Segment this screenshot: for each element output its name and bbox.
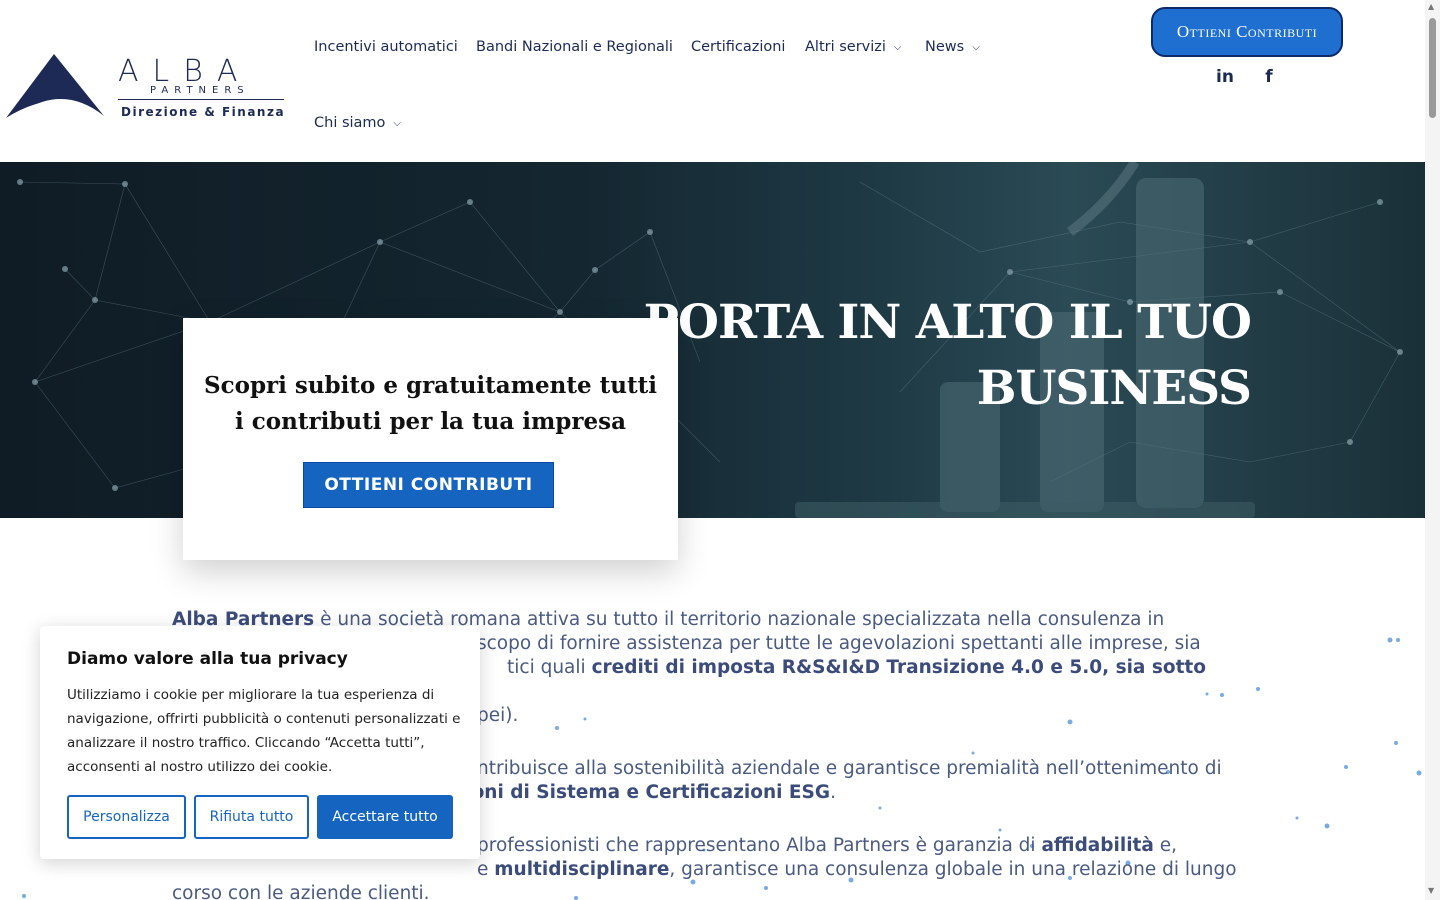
text-run: . bbox=[830, 782, 836, 803]
nav-item-label: News bbox=[925, 39, 965, 55]
scroll-up-arrow-icon[interactable]: ▲ bbox=[1428, 2, 1434, 11]
nav-item-certificazioni[interactable]: Certificazioni bbox=[691, 39, 785, 55]
hero-title-line-1: PORTA IN ALTO IL TUO bbox=[643, 295, 1252, 350]
text-run-bold: affidabilità bbox=[1041, 835, 1154, 856]
logo-word: ALBA bbox=[118, 54, 252, 89]
nav-item-label: Bandi Nazionali e Regionali bbox=[476, 39, 673, 55]
scrollbar-thumb[interactable] bbox=[1429, 18, 1436, 118]
reject-all-cookies-button[interactable]: Rifiuta tutto bbox=[194, 795, 309, 839]
text-run: corso con le aziende clienti. bbox=[172, 883, 430, 900]
nav-item-altri-servizi[interactable]: Altri servizi ⌵ bbox=[805, 39, 902, 55]
hero-title-line-2: BUSINESS bbox=[976, 361, 1252, 416]
logo-sub: PARTNERS bbox=[150, 85, 250, 96]
site-header: ALBA PARTNERS Direzione & Finanza Incent… bbox=[0, 0, 1425, 162]
nav-item-label: Chi siamo bbox=[314, 115, 386, 131]
accept-all-cookies-button[interactable]: Accettare tutto bbox=[317, 795, 453, 839]
page-scrollbar[interactable]: ▲ ▼ bbox=[1425, 0, 1440, 900]
nav-item-incentivi[interactable]: Incentivi automatici bbox=[314, 39, 458, 55]
nav-item-label: Certificazioni bbox=[691, 39, 786, 55]
text-run: e, bbox=[1153, 835, 1178, 856]
logo-tagline: Direzione & Finanza bbox=[121, 105, 286, 119]
facebook-icon[interactable]: f bbox=[1258, 66, 1280, 88]
text-run-bold: multidisciplinare bbox=[494, 859, 670, 880]
nav-item-news[interactable]: News ⌵ bbox=[925, 39, 980, 55]
nav-item-chi-siamo[interactable]: Chi siamo ⌵ bbox=[314, 115, 401, 131]
promo-card: Scopri subito e gratuitamente tutti i co… bbox=[183, 318, 678, 560]
nav-item-label: Altri servizi bbox=[805, 39, 886, 55]
ottieni-contributi-button[interactable]: OTTIENI CONTRIBUTI bbox=[303, 462, 554, 508]
customize-cookies-button[interactable]: Personalizza bbox=[67, 795, 186, 839]
hero-title: PORTA IN ALTO IL TUO BUSINESS bbox=[643, 290, 1252, 422]
text-run: e bbox=[477, 859, 495, 880]
nav-item-label: Incentivi automatici bbox=[314, 39, 458, 55]
chevron-down-icon: ⌵ bbox=[393, 118, 402, 129]
chevron-down-icon: ⌵ bbox=[972, 42, 980, 53]
logo-mountain-icon bbox=[6, 54, 104, 118]
cookie-consent-banner: Diamo valore alla tua privacy Utilizziam… bbox=[40, 626, 480, 859]
scroll-down-arrow-icon[interactable]: ▼ bbox=[1428, 886, 1434, 895]
ottieni-contributi-header-button[interactable]: Ottieni Contributi bbox=[1151, 7, 1343, 57]
alba-partners-logo[interactable]: ALBA PARTNERS Direzione & Finanza bbox=[4, 52, 286, 122]
nav-item-bandi[interactable]: Bandi Nazionali e Regionali bbox=[476, 39, 673, 55]
cookie-description: Utilizziamo i cookie per migliorare la t… bbox=[67, 687, 461, 775]
promo-heading: Scopri subito e gratuitamente tutti i co… bbox=[203, 372, 657, 435]
logo-divider bbox=[118, 99, 284, 100]
cookie-title: Diamo valore alla tua privacy bbox=[67, 649, 348, 669]
text-run: , garantisce una consulenza globale in u… bbox=[669, 859, 1237, 880]
linkedin-icon[interactable]: in bbox=[1214, 66, 1236, 88]
chevron-down-icon: ⌵ bbox=[893, 42, 902, 53]
